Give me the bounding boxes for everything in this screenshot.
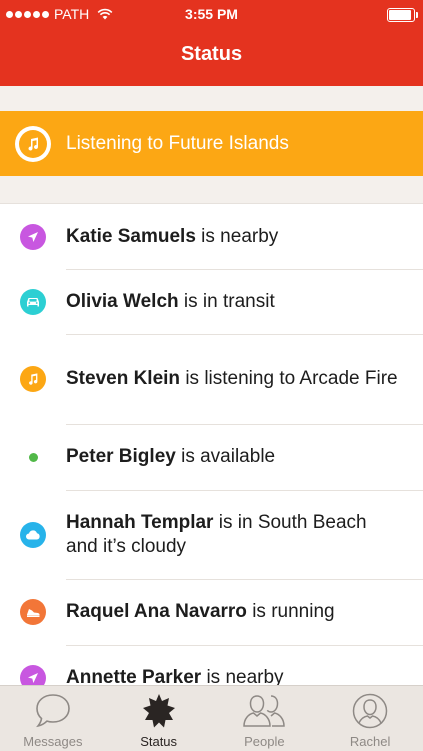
now-playing-banner[interactable]: Listening to Future Islands bbox=[0, 111, 423, 176]
contact-status: is in transit bbox=[178, 290, 275, 312]
battery-icon bbox=[387, 8, 418, 22]
location-arrow-icon bbox=[20, 665, 46, 686]
music-note-icon bbox=[15, 125, 51, 162]
music-note-icon bbox=[20, 366, 46, 392]
contact-name: Peter Bigley bbox=[66, 446, 176, 467]
contact-status: is running bbox=[246, 601, 335, 622]
available-dot-icon bbox=[29, 452, 38, 462]
contact-name: Katie Samuels bbox=[66, 225, 196, 247]
list-item[interactable]: Olivia Welch is in transit bbox=[0, 269, 423, 335]
list-item[interactable]: Hannah Templar is in South Beach and it’… bbox=[0, 490, 423, 580]
contact-name: Annette Parker bbox=[66, 667, 202, 686]
list-item[interactable]: Raquel Ana Navarro is running bbox=[0, 579, 423, 646]
contact-name: Hannah Templar bbox=[66, 511, 214, 533]
car-icon bbox=[20, 288, 46, 315]
now-playing-text: Listening to Future Islands bbox=[66, 132, 289, 154]
tab-messages[interactable]: Messages bbox=[0, 686, 106, 751]
clock: 3:55 PM bbox=[185, 6, 238, 22]
list-item[interactable]: Annette Parker is nearby bbox=[0, 645, 423, 686]
contact-status: is nearby bbox=[195, 225, 279, 247]
cloud-icon bbox=[20, 521, 46, 548]
tab-label: People bbox=[244, 734, 285, 749]
people-icon bbox=[243, 695, 286, 727]
status-bar: PATH 3:55 PM bbox=[0, 0, 423, 28]
tab-label: Messages bbox=[23, 734, 83, 749]
contact-name: Raquel Ana Navarro bbox=[66, 601, 247, 622]
running-shoe-icon bbox=[20, 599, 46, 625]
list-item[interactable]: Peter Bigley is available bbox=[0, 424, 423, 491]
profile-icon bbox=[352, 693, 388, 729]
contact-name: Olivia Welch bbox=[66, 290, 179, 312]
tab-bar: Messages Status People Rachel bbox=[0, 685, 423, 751]
status-star-icon bbox=[142, 694, 175, 728]
contact-status: is nearby bbox=[201, 667, 284, 686]
list-item[interactable]: Katie Samuels is nearby bbox=[0, 204, 423, 270]
tab-status[interactable]: Status bbox=[106, 686, 212, 751]
page-title: Status bbox=[180, 43, 243, 65]
app-header: PATH 3:55 PM Status bbox=[0, 0, 423, 86]
speech-bubble-icon bbox=[35, 694, 70, 728]
tab-rachel[interactable]: Rachel bbox=[317, 686, 423, 751]
contact-status: is available bbox=[175, 446, 276, 467]
list-item[interactable]: Steven Klein is listening to Arcade Fire bbox=[0, 334, 423, 425]
tab-people[interactable]: People bbox=[212, 686, 318, 751]
contact-status: is listening to Arcade Fire bbox=[180, 368, 398, 389]
status-list[interactable]: Katie Samuels is nearby Olivia Welch is … bbox=[0, 203, 423, 686]
tab-label: Status bbox=[140, 734, 178, 749]
contact-name: Steven Klein bbox=[66, 368, 181, 389]
tab-label: Rachel bbox=[349, 734, 391, 749]
location-arrow-icon bbox=[20, 223, 46, 250]
